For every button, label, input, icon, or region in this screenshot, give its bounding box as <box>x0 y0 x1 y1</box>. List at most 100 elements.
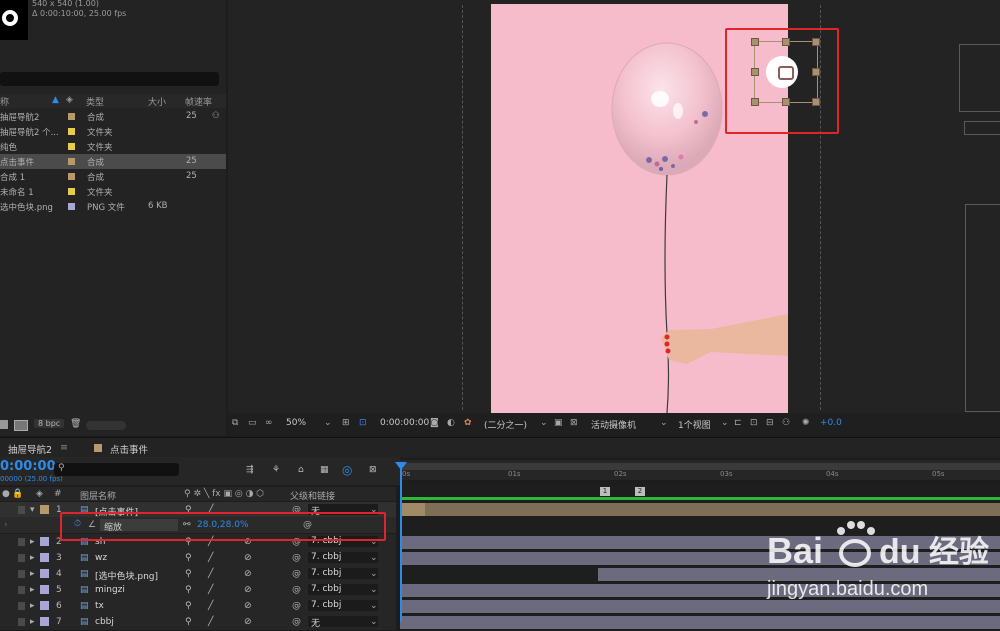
comp-marker-1[interactable]: 1 <box>600 487 610 496</box>
layer-label-swatch[interactable] <box>40 505 49 514</box>
label-color-swatch[interactable] <box>68 128 75 135</box>
layer-name[interactable]: [选中色块.png] <box>95 569 158 582</box>
col-type[interactable]: 类型 <box>86 95 104 108</box>
motion-blur-switch-icon[interactable]: ⊘ <box>244 553 252 563</box>
layer-visibility-toggle[interactable] <box>18 554 25 562</box>
quality-switch-icon[interactable]: ╱ <box>208 585 213 595</box>
label-color-swatch[interactable] <box>68 158 75 165</box>
label-color-swatch[interactable] <box>68 143 75 150</box>
camera-select[interactable]: 活动摄像机 <box>591 418 636 431</box>
work-area-bar[interactable] <box>400 463 1000 470</box>
safe-zone-icon[interactable]: ⊡ <box>359 418 367 428</box>
col-size[interactable]: 大小 <box>148 95 166 108</box>
graph-editor-icon[interactable]: ⊠ <box>369 465 377 475</box>
tab-comp-2[interactable]: 点击事件 <box>110 442 148 456</box>
twirl-icon[interactable]: ▸ <box>30 617 35 627</box>
layer-row[interactable]: ▸ 7 ▤ cbbj ⚲ ╱ ⊘ @ 无 ⌄ <box>0 614 396 631</box>
label-icon[interactable]: ◈ <box>36 489 43 499</box>
layer-visibility-toggle[interactable] <box>18 586 25 594</box>
tab-comp-1[interactable]: 抽屉导航2 <box>8 442 52 456</box>
parent-select[interactable]: 7. cbbj <box>308 552 378 563</box>
twirl-icon[interactable]: ▸ <box>30 601 35 611</box>
col-fps[interactable]: 帧速率 <box>185 95 212 108</box>
folder-icon[interactable] <box>0 420 8 429</box>
fit-icon[interactable]: ⊞ <box>342 418 350 428</box>
twirl-icon[interactable]: ▾ <box>30 505 35 515</box>
parent-select[interactable]: 7. cbbj <box>308 568 378 579</box>
project-search-input[interactable] <box>0 72 219 86</box>
project-item[interactable]: 点击事件 合成 25 <box>0 154 226 169</box>
label-color-swatch[interactable] <box>68 113 75 120</box>
pick-whip-icon[interactable]: @ <box>292 601 301 611</box>
layer-name[interactable]: wz <box>95 553 107 563</box>
show-snapshot-icon[interactable]: ◐ <box>447 418 455 428</box>
col-layer-name[interactable]: 图层名称 <box>80 489 116 502</box>
shy-switch-icon[interactable]: ⚲ <box>185 585 192 595</box>
pick-whip-icon[interactable]: @ <box>292 569 301 579</box>
twirl-icon[interactable]: ▸ <box>30 569 35 579</box>
twirl-icon[interactable]: ▸ <box>30 553 35 563</box>
shy-icon[interactable]: ⌂ <box>298 465 304 475</box>
layer-label-swatch[interactable] <box>40 537 49 546</box>
layer-visibility-toggle[interactable] <box>18 538 25 546</box>
project-item[interactable]: 未命名 1 文件夹 <box>0 184 226 199</box>
property-expand-icon[interactable]: › <box>4 520 8 530</box>
motion-blur-icon[interactable]: ◎ <box>342 463 352 477</box>
shy-switch-icon[interactable]: ⚲ <box>185 617 192 627</box>
playhead-handle-icon[interactable] <box>395 462 407 470</box>
reset-exposure-icon[interactable]: ✺ <box>802 418 810 428</box>
layer-visibility-toggle[interactable] <box>18 602 25 610</box>
layer-label-swatch[interactable] <box>40 585 49 594</box>
views-select[interactable]: 1个视图 <box>678 418 711 431</box>
comp-marker-2[interactable]: 2 <box>635 487 645 496</box>
layer-visibility-toggle[interactable] <box>18 570 25 578</box>
lock-icon[interactable]: 🔒 <box>12 489 23 499</box>
bpc-button[interactable]: 8 bpc <box>34 419 65 428</box>
project-item[interactable]: 抽屉导航2 个... 文件夹 <box>0 124 226 139</box>
tab-menu-icon[interactable]: ≡ <box>60 442 68 453</box>
layer-name[interactable]: cbbj <box>95 617 114 627</box>
quality-switch-icon[interactable]: ╱ <box>208 601 213 611</box>
layer-visibility-toggle[interactable] <box>18 618 25 626</box>
region-of-interest-icon[interactable]: ▣ <box>554 418 563 428</box>
project-item[interactable]: 合成 1 合成 25 <box>0 169 226 184</box>
transparency-grid-icon[interactable]: ⊠ <box>570 418 578 428</box>
layer-row[interactable]: ▸ 5 ▤ mingzi ⚲ ╱ ⊘ @7. cbbj ⌄ <box>0 582 396 599</box>
layer-row[interactable]: ▸ 6 ▤ tx ⚲ ╱ ⊘ @7. cbbj ⌄ <box>0 598 396 615</box>
parent-select[interactable]: 7. cbbj <box>308 600 378 611</box>
twirl-icon[interactable]: ▸ <box>30 537 35 547</box>
quality-switch-icon[interactable]: ╱ <box>208 617 213 627</box>
label-color-swatch[interactable] <box>68 203 75 210</box>
shy-switch-icon[interactable]: ⚲ <box>185 569 192 579</box>
monitor-icon[interactable]: ▭ <box>248 418 257 428</box>
project-item[interactable]: 抽屉导航2 合成 25 ⚇ <box>0 109 226 124</box>
3d-glasses-icon[interactable]: ∞ <box>265 418 273 428</box>
parent-select[interactable]: 7. cbbj <box>308 584 378 595</box>
fast-preview-icon[interactable]: ⊡ <box>750 418 758 428</box>
quality-switch-icon[interactable]: ╱ <box>208 569 213 579</box>
sort-arrow-icon[interactable]: ▲ <box>52 95 59 105</box>
label-tag-icon[interactable]: ◈ <box>66 95 73 105</box>
comp-mini-flow-icon[interactable]: ⇶ <box>246 465 254 475</box>
motion-blur-switch-icon[interactable]: ⊘ <box>244 617 252 627</box>
twirl-icon[interactable]: ▸ <box>30 585 35 595</box>
pick-whip-icon[interactable]: @ <box>292 585 301 595</box>
draft-3d-icon[interactable]: ⚘ <box>272 465 280 475</box>
col-parent[interactable]: 父级和链接 <box>290 489 335 502</box>
camera-snapshot-icon[interactable]: ◙ <box>430 418 439 428</box>
layer-visibility-toggle[interactable] <box>18 506 25 514</box>
motion-blur-switch-icon[interactable]: ⊘ <box>244 569 252 579</box>
shy-switch-icon[interactable]: ⚲ <box>185 553 192 563</box>
comp-icon[interactable] <box>14 420 28 431</box>
motion-blur-switch-icon[interactable]: ⊘ <box>244 601 252 611</box>
motion-blur-switch-icon[interactable]: ⊘ <box>244 585 252 595</box>
layer-name[interactable]: tx <box>95 601 104 611</box>
pick-whip-icon[interactable]: @ <box>292 553 301 563</box>
layer-label-swatch[interactable] <box>40 601 49 610</box>
color-channel-icon[interactable]: ✿ <box>464 418 472 428</box>
visibility-icon[interactable]: ● <box>2 489 10 499</box>
layer-row[interactable]: ▸ 3 ▤ wz ⚲ ╱ ⊘ @7. cbbj ⌄ <box>0 550 396 567</box>
viewer-timecode[interactable]: 0:00:00:00 <box>380 418 429 428</box>
layer-name[interactable]: mingzi <box>95 585 125 595</box>
toggle-pixel-icon[interactable]: ⊏ <box>734 418 742 428</box>
